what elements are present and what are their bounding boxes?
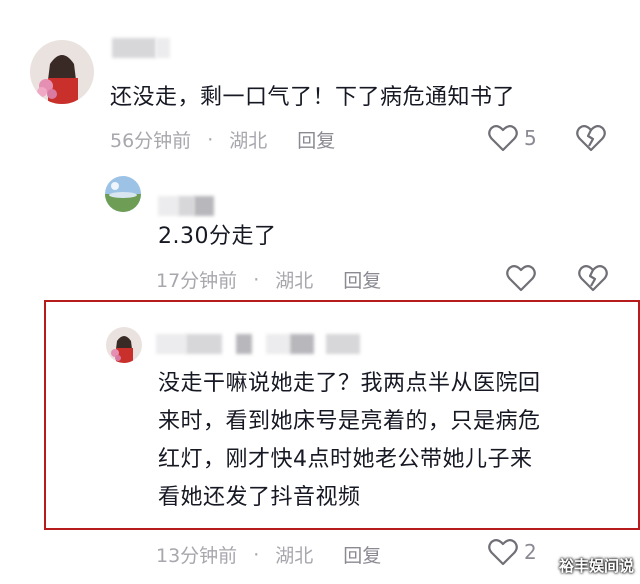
username-blurred[interactable] bbox=[112, 38, 182, 58]
broken-heart-icon bbox=[576, 125, 606, 152]
comment-line: 看她还发了抖音视频 bbox=[158, 485, 361, 510]
dislike-button[interactable] bbox=[578, 264, 608, 292]
comment-time: 13分钟前 bbox=[156, 545, 238, 567]
heart-outline-icon bbox=[506, 265, 536, 292]
comment-time: 17分钟前 bbox=[156, 270, 238, 292]
watermark: 裕丰娱间说 bbox=[558, 557, 634, 575]
reply-button[interactable]: 回复 bbox=[343, 266, 381, 293]
comment-line: 没走干嘛说她走了？我两点半从医院回 bbox=[158, 371, 541, 396]
like-button[interactable]: 2 bbox=[488, 538, 537, 566]
meta-separator: · bbox=[253, 543, 260, 566]
meta-separator: · bbox=[207, 128, 214, 151]
username-blurred[interactable] bbox=[158, 196, 258, 216]
comment-line: 来时，看到她床号是亮着的，只是病危 bbox=[158, 409, 541, 434]
avatar[interactable] bbox=[106, 327, 142, 363]
comment-meta: 17分钟前 · 湖北 回复 bbox=[156, 266, 381, 293]
reply-button[interactable]: 回复 bbox=[343, 541, 381, 568]
avatar[interactable] bbox=[105, 176, 141, 212]
meta-separator: · bbox=[253, 268, 260, 291]
like-button[interactable]: 5 bbox=[488, 124, 537, 152]
comment-meta: 13分钟前 · 湖北 回复 bbox=[156, 541, 381, 568]
comment-text: 没走干嘛说她走了？我两点半从医院回 来时，看到她床号是亮着的，只是病危 红灯，刚… bbox=[158, 365, 628, 517]
broken-heart-icon bbox=[578, 265, 608, 292]
heart-outline-icon bbox=[488, 539, 518, 566]
comment-time: 56分钟前 bbox=[110, 130, 192, 152]
avatar[interactable] bbox=[30, 40, 94, 104]
comment-line: 红灯，刚才快4点时她老公带她儿子来 bbox=[158, 447, 533, 472]
like-count: 2 bbox=[524, 540, 537, 564]
comment-location: 湖北 bbox=[275, 545, 314, 567]
comment-text: 2.30分走了 bbox=[158, 224, 277, 249]
username-blurred[interactable] bbox=[156, 334, 376, 354]
comment-text: 还没走，剩一口气了！下了病危通知书了 bbox=[110, 85, 516, 110]
comment-meta: 56分钟前 · 湖北 回复 bbox=[110, 126, 335, 153]
dislike-button[interactable] bbox=[576, 124, 606, 152]
comment-location: 湖北 bbox=[275, 270, 314, 292]
like-button[interactable] bbox=[506, 264, 536, 292]
like-count: 5 bbox=[524, 126, 537, 150]
reply-button[interactable]: 回复 bbox=[297, 126, 335, 153]
heart-outline-icon bbox=[488, 125, 518, 152]
comment-location: 湖北 bbox=[229, 130, 268, 152]
